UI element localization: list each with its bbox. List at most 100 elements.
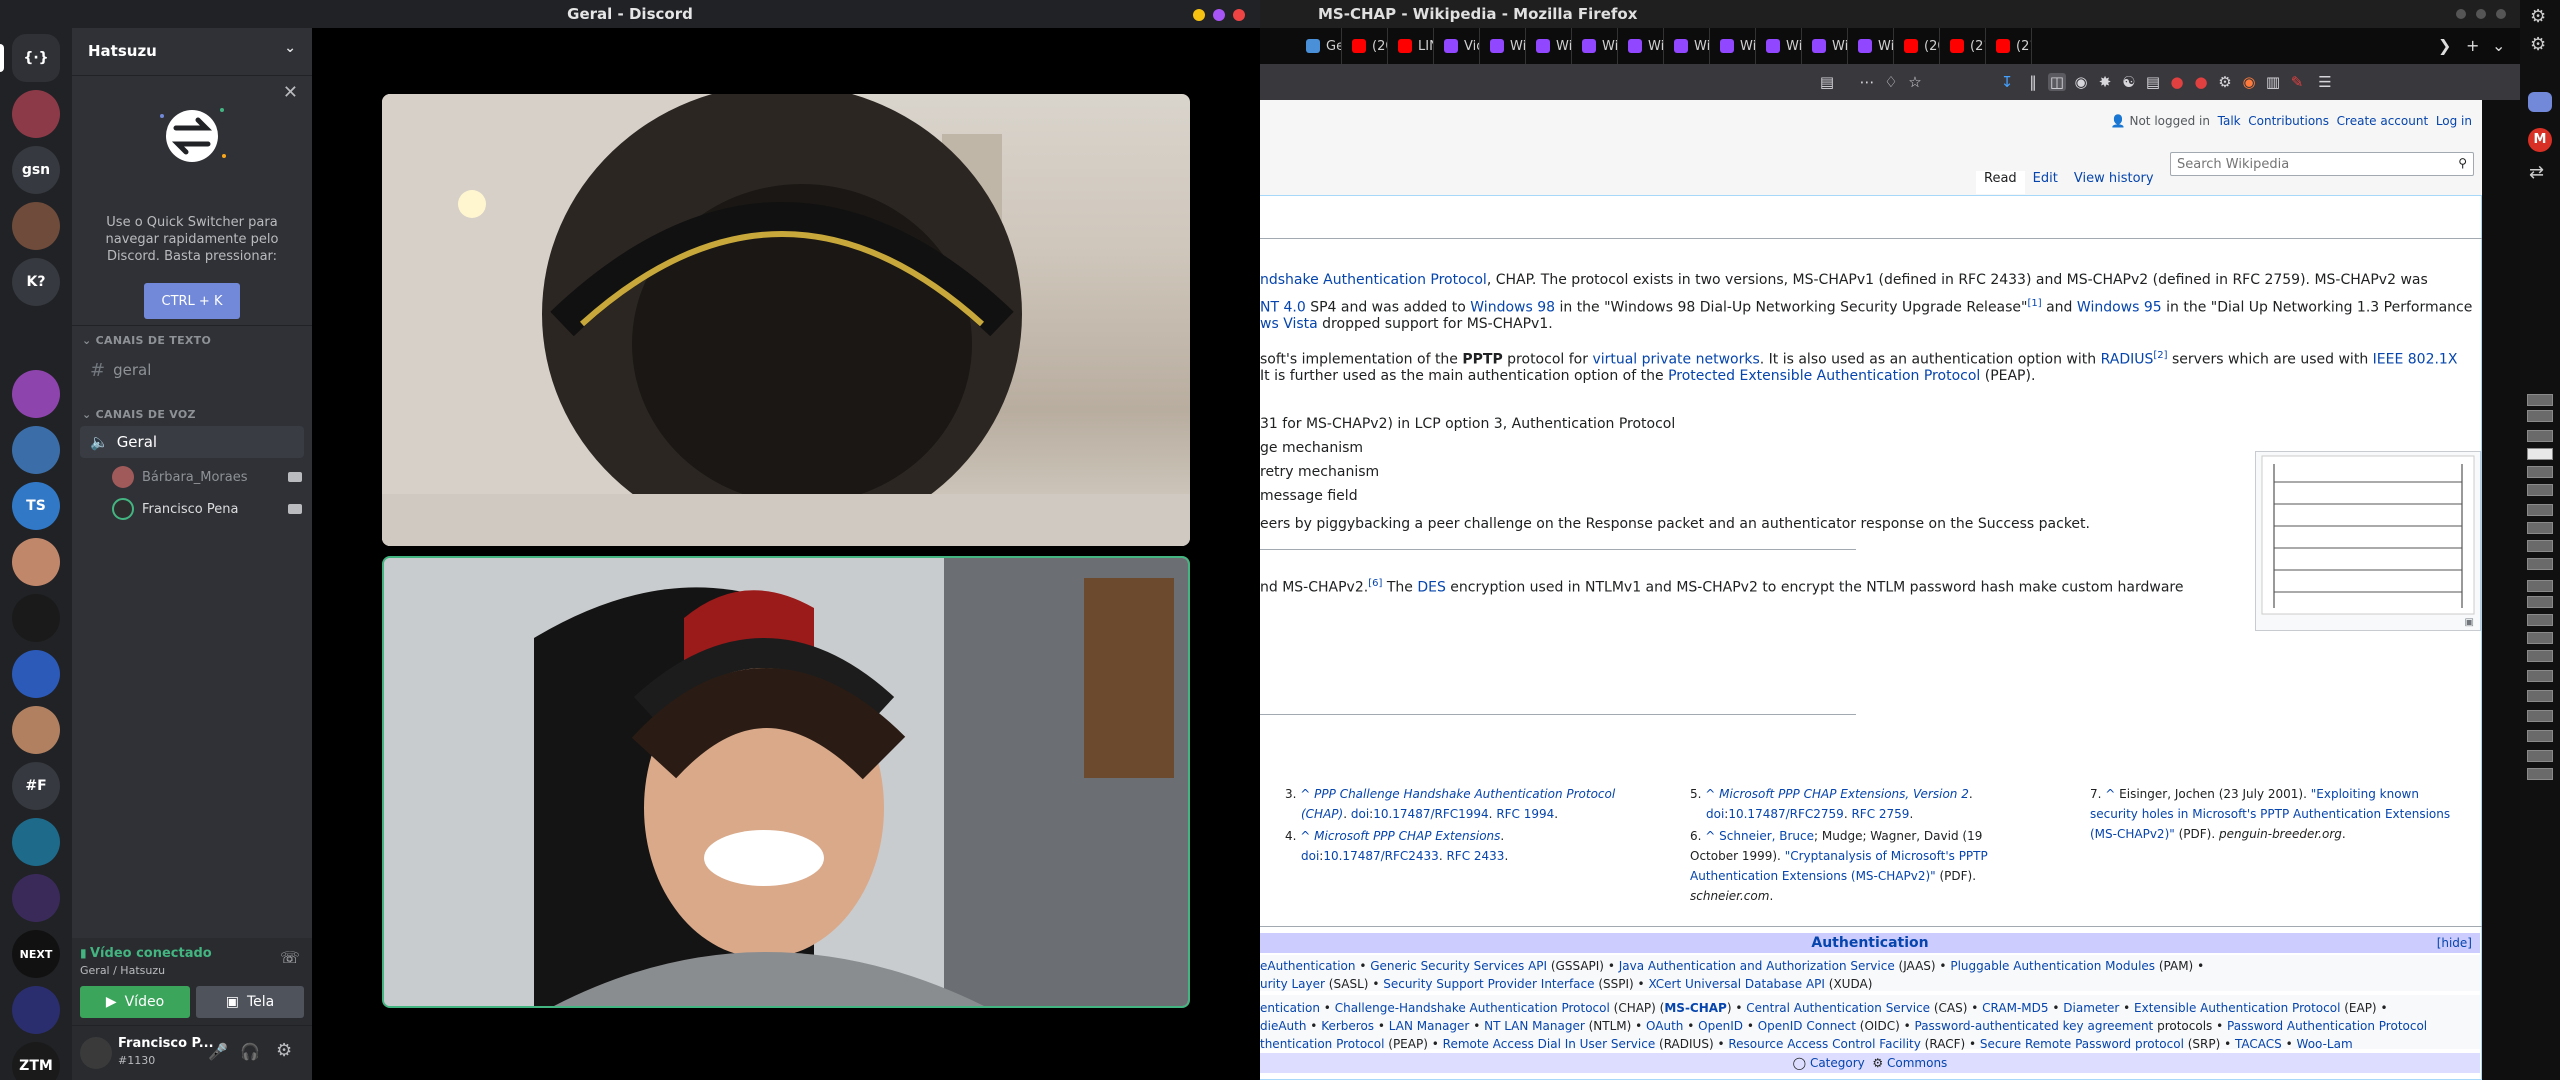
workspace-square[interactable] bbox=[2527, 522, 2553, 534]
headphones-icon[interactable]: 🎧 bbox=[240, 1042, 260, 1061]
browser-tab[interactable]: (212 bbox=[1986, 28, 2032, 64]
tab-view-history[interactable]: View history bbox=[2066, 171, 2162, 194]
workspace-square[interactable] bbox=[2527, 540, 2553, 552]
workspace-square[interactable] bbox=[2527, 430, 2553, 442]
vista-link[interactable]: ws Vista bbox=[1260, 316, 1318, 332]
server-icon[interactable] bbox=[12, 874, 60, 922]
browser-tab[interactable]: Wilso bbox=[1572, 28, 1618, 64]
extension-icon[interactable]: ✸ bbox=[2096, 73, 2114, 91]
server-icon[interactable] bbox=[12, 90, 60, 138]
pocket-icon[interactable]: ♢ bbox=[1882, 73, 1900, 91]
browser-tab[interactable]: Wilso bbox=[1664, 28, 1710, 64]
server-icon[interactable] bbox=[12, 538, 60, 586]
extension-icon[interactable]: ☯ bbox=[2120, 73, 2138, 91]
citation-link[interactable]: [1] bbox=[2027, 298, 2041, 309]
settings-gear-icon[interactable]: ⚙ bbox=[276, 1040, 292, 1061]
server-icon[interactable] bbox=[12, 650, 60, 698]
browser-tab[interactable]: Wilso bbox=[1618, 28, 1664, 64]
video-button[interactable]: ▶ Vídeo bbox=[80, 986, 190, 1018]
server-icon[interactable]: gsn bbox=[12, 146, 60, 194]
extension-icon[interactable]: ◉ bbox=[2072, 73, 2090, 91]
discord-icon[interactable] bbox=[2528, 92, 2552, 112]
chap-link[interactable]: ndshake Authentication Protocol bbox=[1260, 272, 1487, 288]
bookmark-star-icon[interactable]: ☆ bbox=[1906, 73, 1924, 91]
workspace-square[interactable] bbox=[2527, 484, 2553, 496]
category-text-channels[interactable]: ⌄ CANAIS DE TEXTO bbox=[82, 334, 211, 347]
workspace-square[interactable] bbox=[2527, 730, 2553, 742]
thumbnail-image[interactable]: ▣ bbox=[2255, 451, 2481, 631]
downloads-icon[interactable]: ↧ bbox=[1998, 73, 2016, 91]
quick-switcher-button[interactable]: CTRL + K bbox=[144, 283, 240, 319]
server-icon[interactable] bbox=[12, 986, 60, 1034]
maximize-button[interactable] bbox=[2476, 9, 2486, 19]
server-icon[interactable]: ZTM bbox=[12, 1042, 60, 1080]
commons-link[interactable]: Commons bbox=[1887, 1056, 1947, 1070]
log-in-link[interactable]: Log in bbox=[2436, 114, 2472, 128]
server-icon[interactable]: NEXT bbox=[12, 930, 60, 978]
workspace-square[interactable] bbox=[2527, 650, 2553, 662]
video-tile-francisco[interactable] bbox=[382, 556, 1190, 1008]
maximize-button[interactable] bbox=[1213, 9, 1225, 21]
channel-geral-voice[interactable]: 🔈 Geral bbox=[80, 426, 304, 458]
extension-icon[interactable]: ▥ bbox=[2264, 73, 2282, 91]
category-link[interactable]: Category bbox=[1810, 1056, 1865, 1070]
workspace-square[interactable] bbox=[2527, 596, 2553, 608]
workspace-square[interactable] bbox=[2527, 394, 2553, 406]
talk-link[interactable]: Talk bbox=[2218, 114, 2241, 128]
category-voice-channels[interactable]: ⌄ CANAIS DE VOZ bbox=[82, 408, 196, 421]
contributions-link[interactable]: Contributions bbox=[2248, 114, 2329, 128]
extension-icon[interactable]: ✎ bbox=[2288, 73, 2306, 91]
sidebar-toggle-icon[interactable]: ◫ bbox=[2048, 73, 2066, 91]
workspace-square[interactable] bbox=[2527, 632, 2553, 644]
reader-mode-icon[interactable]: ▤ bbox=[1818, 73, 1836, 91]
ref-link[interactable]: (CHAP) bbox=[1301, 807, 1343, 821]
browser-tab[interactable]: Wilso bbox=[1526, 28, 1572, 64]
mic-icon[interactable]: 🎤 bbox=[208, 1042, 228, 1061]
server-icon[interactable] bbox=[12, 818, 60, 866]
server-header[interactable]: Hatsuzu ⌄ bbox=[72, 28, 312, 76]
voice-user[interactable]: Bárbara_Moraes bbox=[112, 464, 302, 490]
tab-list-icon[interactable]: ⌄ bbox=[2492, 36, 2505, 55]
voice-user[interactable]: Francisco Pena bbox=[112, 496, 302, 522]
server-icon[interactable]: TS bbox=[12, 482, 60, 530]
page-actions-icon[interactable]: ⋯ bbox=[1858, 73, 1876, 91]
server-icon[interactable] bbox=[12, 706, 60, 754]
ref-link[interactable]: Microsoft PPP CHAP Extensions bbox=[1314, 829, 1500, 843]
browser-tab[interactable]: (212 bbox=[1940, 28, 1986, 64]
workspace-square[interactable] bbox=[2527, 410, 2553, 422]
extension-icon[interactable]: ● bbox=[2192, 73, 2210, 91]
search-icon[interactable]: ⚲ bbox=[2458, 156, 2467, 170]
browser-tab[interactable]: Wilso bbox=[1756, 28, 1802, 64]
windows-95-link[interactable]: Windows 95 bbox=[2077, 300, 2162, 316]
workspace-square[interactable] bbox=[2527, 768, 2553, 780]
workspace-square[interactable] bbox=[2527, 558, 2553, 570]
close-button[interactable] bbox=[2496, 9, 2506, 19]
extension-icon[interactable]: ▤ bbox=[2144, 73, 2162, 91]
video-tile-barbara[interactable] bbox=[382, 94, 1190, 546]
browser-tab[interactable]: Wilso bbox=[1480, 28, 1526, 64]
workspace-square[interactable] bbox=[2527, 750, 2553, 762]
extension-icon[interactable]: ● bbox=[2168, 73, 2186, 91]
ref-link[interactable]: PPP Challenge Handshake Authentication P… bbox=[1314, 787, 1615, 801]
disconnect-icon[interactable]: ☏ bbox=[280, 948, 300, 967]
workspace-square[interactable] bbox=[2527, 670, 2553, 682]
sync-icon[interactable]: ⇄ bbox=[2529, 162, 2544, 183]
gear-icon[interactable]: ⚙ bbox=[2530, 6, 2546, 27]
server-icon[interactable]: #F bbox=[12, 762, 60, 810]
enlarge-icon[interactable]: ▣ bbox=[2465, 617, 2474, 628]
close-icon[interactable]: ✕ bbox=[283, 82, 298, 103]
des-link[interactable]: DES bbox=[1417, 580, 1446, 596]
workspace-square[interactable] bbox=[2527, 710, 2553, 722]
server-icon[interactable]: K? bbox=[12, 258, 60, 306]
gmail-icon[interactable]: M bbox=[2528, 128, 2552, 152]
minimize-button[interactable] bbox=[2456, 9, 2466, 19]
library-icon[interactable]: ‖ bbox=[2024, 73, 2042, 91]
workspace-square[interactable] bbox=[2527, 504, 2553, 516]
close-button[interactable] bbox=[1233, 9, 1245, 21]
tab-scroll-right-icon[interactable]: ❯ bbox=[2438, 36, 2451, 55]
voice-status-subtitle[interactable]: Geral / Hatsuzu bbox=[80, 964, 165, 977]
channel-geral-text[interactable]: # geral bbox=[80, 354, 304, 386]
workspace-square[interactable] bbox=[2527, 466, 2553, 478]
extension-icon[interactable]: ⚙ bbox=[2216, 73, 2234, 91]
browser-tab[interactable]: Wilso bbox=[1710, 28, 1756, 64]
